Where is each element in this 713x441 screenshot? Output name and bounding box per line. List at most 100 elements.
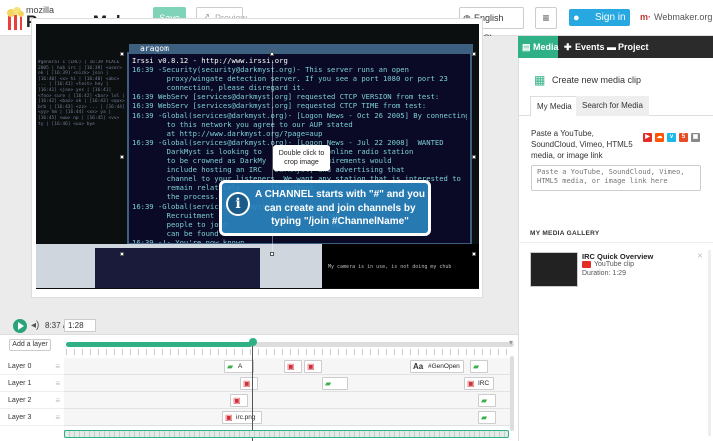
divider <box>518 242 713 243</box>
text-event[interactable]: Aa #GenOpen <box>410 360 464 373</box>
media-source-icons: ▶ ☁ v 5 ▣ <box>643 131 703 142</box>
media-icon: ▤ <box>522 42 531 52</box>
webmaker-logo-icon: m· <box>640 12 651 22</box>
grip-icon[interactable]: ≡ <box>55 392 60 409</box>
layer-track[interactable]: ▰ A ▣ ▣ Aa #GenOpen ▰ <box>64 358 514 375</box>
crop-handle[interactable] <box>120 155 124 159</box>
info-icon: i <box>226 192 250 216</box>
paste-instructions: Paste a YouTube, SoundCloud, Vimeo, HTML… <box>531 129 633 160</box>
image-icon: ▣ <box>307 362 315 371</box>
terminal-line: proxy/wingate detection server. If you s… <box>132 74 448 84</box>
scrubber-progress <box>66 342 252 347</box>
crop-handle[interactable] <box>472 252 476 256</box>
clip-thumbnail[interactable] <box>530 252 578 287</box>
popup-event[interactable]: ▰ <box>478 394 496 407</box>
collapse-icon[interactable]: ▾ <box>509 338 513 347</box>
popup-icon: ▰ <box>325 379 332 388</box>
youtube-icon: ▶ <box>643 133 652 142</box>
image-event[interactable]: ▣ <box>240 377 258 390</box>
subtab-search-media[interactable]: Search for Media <box>576 96 649 116</box>
clip-type-label: YouTube clip <box>594 261 634 268</box>
crop-handle[interactable] <box>472 52 476 56</box>
layer-label[interactable]: Layer 2 ≡ <box>0 392 64 409</box>
sign-in-button[interactable]: ● Sign in <box>569 9 630 26</box>
image-event[interactable]: ▣ <box>284 360 302 373</box>
tab-label: Media <box>533 42 559 52</box>
crop-handle[interactable] <box>472 155 476 159</box>
layer-track[interactable]: ▣ irc.png ▰ <box>64 409 514 426</box>
right-chat-window: My camera is in use, is not doing my chu… <box>322 244 479 288</box>
crop-handle[interactable] <box>270 252 274 256</box>
crop-handle[interactable] <box>120 52 124 56</box>
plus-icon: ✚ <box>564 42 572 52</box>
popup-event[interactable]: ▰ <box>478 411 496 424</box>
layer-label[interactable]: Layer 0 ≡ <box>0 358 64 375</box>
subtab-my-media[interactable]: My Media <box>530 96 579 116</box>
delete-clip-icon[interactable]: ✕ <box>697 252 703 260</box>
play-button[interactable] <box>13 319 27 333</box>
image-event[interactable]: ▣ IRC <box>464 377 494 390</box>
popup-event[interactable]: ▰ <box>470 360 488 373</box>
layer-name: Layer 0 <box>8 363 32 370</box>
popup-icon: ▰ <box>481 413 488 422</box>
terminal-line: 16:39 WebServ [services@darkmyst.org] re… <box>132 92 440 102</box>
popup-event[interactable]: ▰ <box>322 377 348 390</box>
image-icon: ▣ <box>233 396 241 405</box>
image-event[interactable]: ▣ irc.png <box>222 411 262 424</box>
popup-icon: ▰ <box>481 396 488 405</box>
image-event[interactable]: ▣ <box>304 360 322 373</box>
timeline-horizontal-scrollbar[interactable] <box>64 430 509 438</box>
tab-label: Project <box>618 42 649 52</box>
image-icon: ▣ <box>243 379 251 388</box>
media-url-input[interactable] <box>531 165 701 191</box>
webmaker-label: Webmaker.org <box>654 12 713 22</box>
current-time: 8:37 <box>45 321 61 330</box>
side-chat-text: My camera is in use, is not doing my chu… <box>328 264 452 270</box>
image-icon: ▣ <box>467 379 475 388</box>
tab-events[interactable]: ✚ Events <box>560 36 605 58</box>
create-label: Create new media clip <box>552 75 642 85</box>
popup-event[interactable]: ▰ A <box>224 360 254 373</box>
terminal-line: 16:39 -Global(services@darkmyst.org)- [L… <box>132 110 467 120</box>
clip-type: YouTube clip <box>582 261 634 268</box>
terminal-line: at http://www.darkmyst.org/?page=aup <box>132 128 323 138</box>
create-media-clip-button[interactable]: ▦ Create new media clip <box>534 71 694 89</box>
grip-icon[interactable]: ≡ <box>55 358 60 375</box>
layer-name: Layer 2 <box>8 397 32 404</box>
tab-media[interactable]: ▤ Media <box>518 36 559 58</box>
callout-text: A CHANNEL starts with "#" and you can cr… <box>254 189 426 227</box>
tab-project[interactable]: ▬ Project <box>603 36 649 58</box>
webmaker-link[interactable]: m· Webmaker.org <box>640 12 712 22</box>
add-layer-button[interactable]: Add a layer <box>9 339 51 351</box>
terminal-line: to this network you agree to our AUP sta… <box>132 119 353 129</box>
film-icon: ▦ <box>534 73 546 87</box>
layer-name: Layer 3 <box>8 414 32 421</box>
menu-button[interactable]: ≡ <box>535 7 557 29</box>
timeline-vertical-scrollbar[interactable] <box>510 356 514 431</box>
sidebar-scrollbar[interactable] <box>708 250 711 436</box>
popup-icon: ▰ <box>473 362 480 371</box>
image-event[interactable]: ▣ <box>230 394 248 407</box>
playhead-handle[interactable] <box>249 338 257 346</box>
grip-icon[interactable]: ≡ <box>55 375 60 392</box>
layer-label[interactable]: Layer 1 ≡ <box>0 375 64 392</box>
folder-icon: ▬ <box>607 42 616 52</box>
html5-icon: 5 <box>679 133 688 142</box>
duration-input[interactable]: 1:28 <box>64 319 96 332</box>
crop-handle[interactable] <box>120 252 124 256</box>
terminal-line: connection, please disregard it. <box>132 83 306 93</box>
event-label: A <box>238 363 243 370</box>
event-label: #GenOpen <box>428 363 460 370</box>
popup-callout[interactable]: i A CHANNEL starts with "#" and you can … <box>219 180 431 236</box>
layer-track[interactable]: ▣ ▰ <box>64 392 514 409</box>
crop-handle[interactable] <box>270 52 274 56</box>
hamburger-icon: ≡ <box>542 11 550 25</box>
grip-icon[interactable]: ≡ <box>55 409 60 426</box>
sign-in-label: Sign in <box>595 12 626 23</box>
clip-title: IRC Quick Overview <box>582 252 654 261</box>
image-icon: ▣ <box>287 362 295 371</box>
volume-icon[interactable]: ◂) <box>31 320 39 331</box>
clip-duration: Duration: 1:29 <box>582 270 626 277</box>
layer-track[interactable]: ▣ ▰ ▣ IRC <box>64 375 514 392</box>
layer-label[interactable]: Layer 3 ≡ <box>0 409 64 426</box>
